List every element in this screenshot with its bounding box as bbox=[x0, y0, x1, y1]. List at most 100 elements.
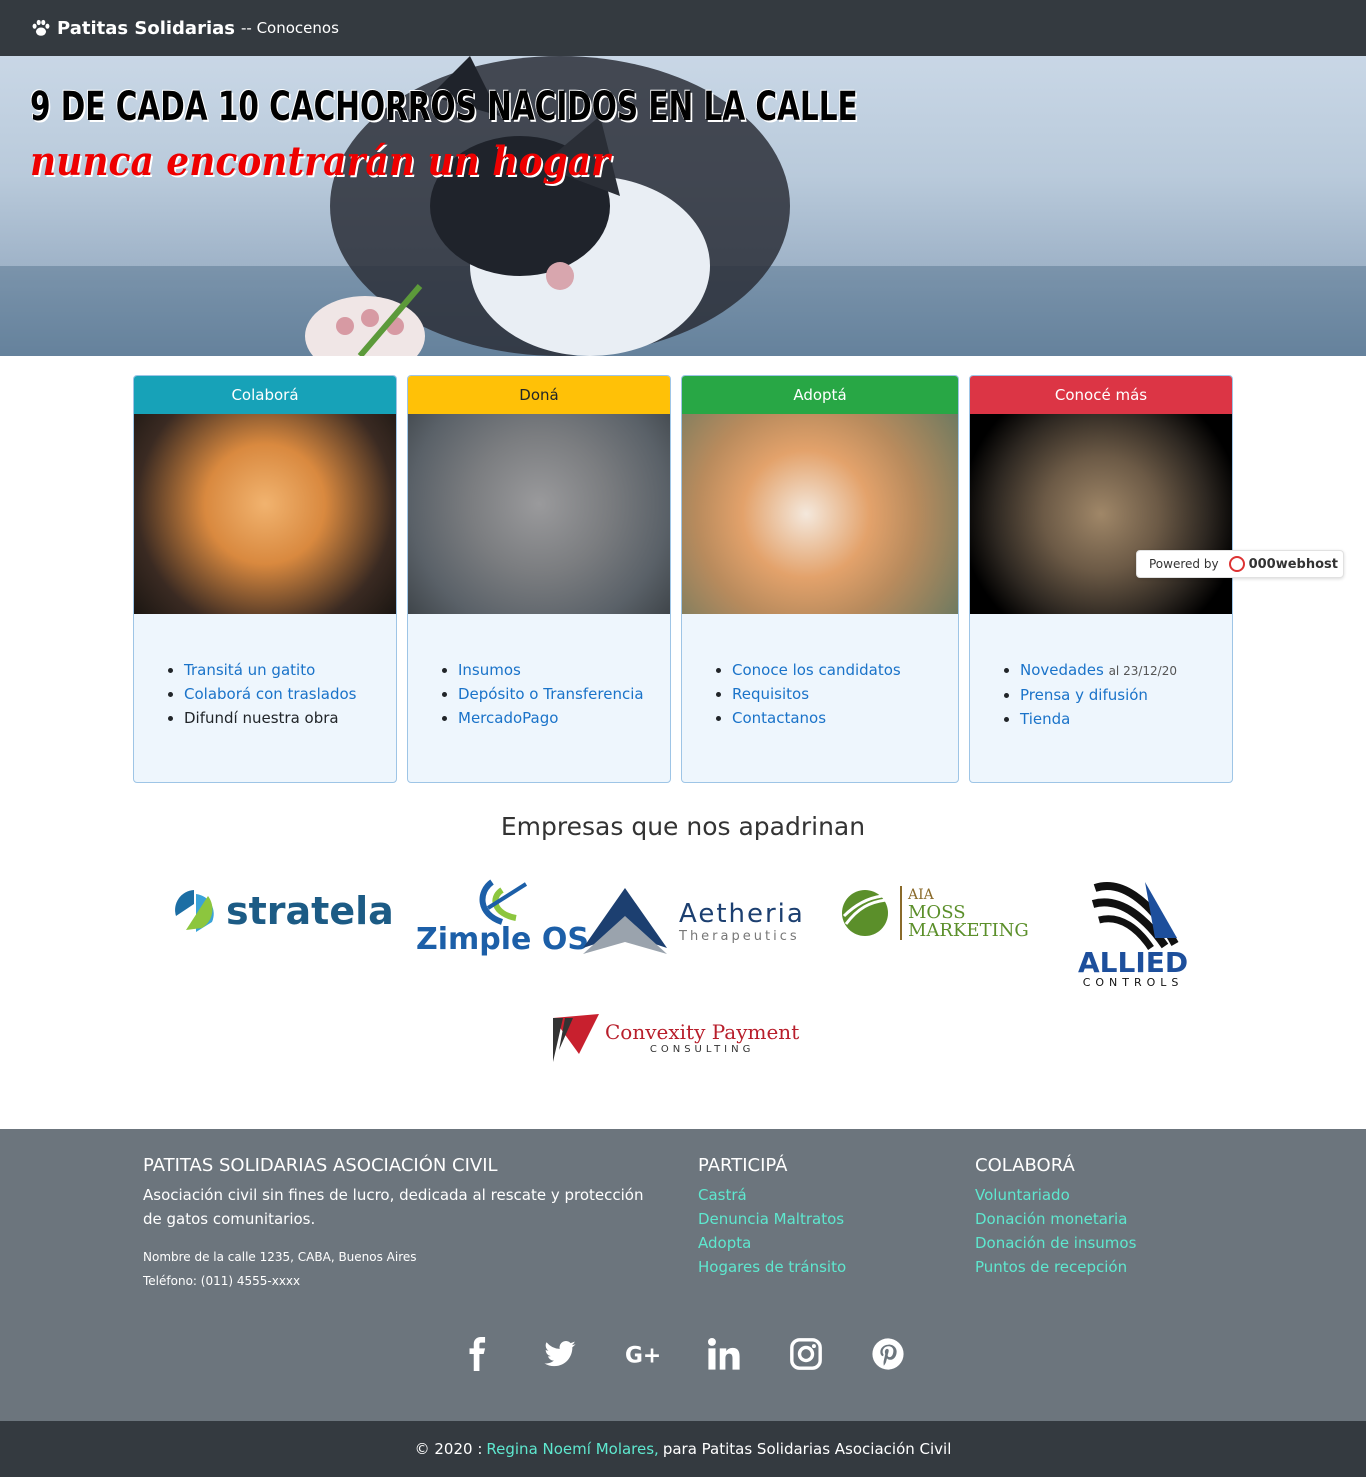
allied-icon bbox=[1091, 882, 1179, 950]
convexity-subtext: CONSULTING bbox=[649, 1043, 755, 1055]
nav-section-label[interactable]: -- Conocenos bbox=[241, 19, 339, 37]
footer-phone: Teléfono: (011) 4555-xxxx bbox=[143, 1274, 301, 1288]
list-item: Novedades al 23/12/20 bbox=[1020, 658, 1232, 683]
card-link-list: Novedades al 23/12/20 Prensa y difusión … bbox=[970, 614, 1232, 731]
linkedin-icon bbox=[707, 1337, 740, 1370]
puntos-recepcion-link[interactable]: Puntos de recepción bbox=[975, 1258, 1127, 1276]
webhost-name: 000webhost bbox=[1248, 556, 1338, 572]
novedades-link[interactable]: Novedades bbox=[1020, 661, 1104, 679]
powered-by-label: Powered by bbox=[1149, 557, 1219, 571]
footer-participa-title: PARTICIPÁ bbox=[698, 1155, 788, 1176]
traslados-link[interactable]: Colaborá con traslados bbox=[184, 685, 356, 703]
convexity-text-block: Convexity Payment CONSULTING bbox=[605, 1020, 799, 1055]
list-item: Hogares de tránsito bbox=[698, 1255, 846, 1279]
paw-icon bbox=[32, 19, 50, 36]
copyright-bar: © 2020 : Regina Noemí Molares, para Pati… bbox=[0, 1421, 1366, 1477]
insumos-link[interactable]: Insumos bbox=[458, 661, 521, 679]
footer-colabora: COLABORÁ Voluntariado Donación monetaria… bbox=[975, 1155, 1136, 1279]
orange-kitten-photo bbox=[134, 414, 396, 614]
instagram-icon bbox=[790, 1338, 822, 1370]
card-dona: Doná Insumos Depósito o Transferencia Me… bbox=[407, 375, 671, 783]
google-plus-link[interactable]: G+ bbox=[601, 1337, 683, 1371]
deposito-link[interactable]: Depósito o Transferencia bbox=[458, 685, 644, 703]
footer-org-description: Asociación civil sin fines de lucro, ded… bbox=[143, 1186, 644, 1228]
card-header-dona: Doná bbox=[408, 376, 670, 414]
google-plus-icon: G+ bbox=[625, 1344, 659, 1369]
instagram-link[interactable] bbox=[765, 1337, 847, 1371]
denuncia-link[interactable]: Denuncia Maltratos bbox=[698, 1210, 844, 1228]
card-header-colabora: Colaborá bbox=[134, 376, 396, 414]
aia-moss-text-block: AIA MOSS MARKETING bbox=[900, 886, 1029, 940]
card-header-adopta: Adoptá bbox=[682, 376, 958, 414]
aetheria-text-block: Aetheria Therapeutics bbox=[679, 899, 805, 944]
footer-org-title: PATITAS SOLIDARIAS ASOCIACIÓN CIVIL bbox=[143, 1155, 498, 1176]
hogares-link[interactable]: Hogares de tránsito bbox=[698, 1258, 846, 1276]
marketing-text: MARKETING bbox=[908, 920, 1029, 941]
list-item: Donación de insumos bbox=[975, 1231, 1136, 1255]
facebook-icon bbox=[469, 1337, 486, 1371]
copyright-suffix: para Patitas Solidarias Asociación Civil bbox=[662, 1440, 952, 1458]
prensa-link[interactable]: Prensa y difusión bbox=[1020, 686, 1148, 704]
stratela-text: stratela bbox=[226, 889, 394, 933]
list-item: Tienda bbox=[1020, 707, 1232, 731]
candidatos-link[interactable]: Conoce los candidatos bbox=[732, 661, 901, 679]
author-link[interactable]: Regina Noemí Molares, bbox=[486, 1440, 658, 1458]
aetheria-icon bbox=[583, 888, 667, 954]
allied-subtext: CONTROLS bbox=[1082, 976, 1184, 989]
list-item: Conoce los candidatos bbox=[732, 658, 958, 682]
aia-moss-logo[interactable]: AIA MOSS MARKETING bbox=[840, 886, 1029, 940]
linkedin-link[interactable] bbox=[683, 1337, 765, 1371]
footer-about: PATITAS SOLIDARIAS ASOCIACIÓN CIVIL Asoc… bbox=[143, 1155, 663, 1293]
difundi-text: Difundí nuestra obra bbox=[184, 709, 339, 727]
footer-participa-list: Castrá Denuncia Maltratos Adopta Hogares… bbox=[698, 1183, 846, 1279]
tabby-kitten-photo bbox=[970, 414, 1232, 614]
footer-contact: Nombre de la calle 1235, CABA, Buenos Ai… bbox=[143, 1245, 663, 1293]
tienda-link[interactable]: Tienda bbox=[1020, 710, 1070, 728]
card-conoce-mas: Conocé más Novedades al 23/12/20 Prensa … bbox=[969, 375, 1233, 783]
social-links: G+ bbox=[0, 1337, 1366, 1371]
donacion-insumos-link[interactable]: Donación de insumos bbox=[975, 1234, 1136, 1252]
allied-logo[interactable]: ALLIED CONTROLS bbox=[1078, 878, 1188, 989]
zimple-logo[interactable]: Zimple OS bbox=[416, 878, 589, 957]
voluntariado-link[interactable]: Voluntariado bbox=[975, 1186, 1070, 1204]
castra-link[interactable]: Castrá bbox=[698, 1186, 747, 1204]
twitter-link[interactable] bbox=[519, 1337, 601, 1371]
adopta-link[interactable]: Adopta bbox=[698, 1234, 751, 1252]
brand-link[interactable]: Patitas Solidarias bbox=[57, 18, 235, 39]
requisitos-link[interactable]: Requisitos bbox=[732, 685, 809, 703]
contactanos-link[interactable]: Contactanos bbox=[732, 709, 826, 727]
card-colabora: Colaborá Transitá un gatito Colaborá con… bbox=[133, 375, 397, 783]
aia-moss-icon bbox=[842, 890, 888, 936]
top-navbar: Patitas Solidarias -- Conocenos bbox=[0, 0, 1366, 56]
copyright-prefix: © 2020 : bbox=[414, 1440, 483, 1458]
allied-text: ALLIED bbox=[1078, 946, 1189, 979]
card-link-list: Insumos Depósito o Transferencia Mercado… bbox=[408, 614, 670, 730]
donacion-monetaria-link[interactable]: Donación monetaria bbox=[975, 1210, 1127, 1228]
stratela-icon bbox=[175, 890, 214, 932]
mercadopago-link[interactable]: MercadoPago bbox=[458, 709, 558, 727]
convexity-logo[interactable]: Convexity Payment CONSULTING bbox=[551, 1010, 799, 1064]
powered-by-badge[interactable]: Powered by 000webhost bbox=[1136, 550, 1344, 578]
twitter-icon bbox=[544, 1341, 576, 1367]
transita-link[interactable]: Transitá un gatito bbox=[184, 661, 315, 679]
list-item: Transitá un gatito bbox=[184, 658, 396, 682]
list-item: Colaborá con traslados bbox=[184, 682, 396, 706]
white-orange-kitten-photo bbox=[682, 414, 958, 614]
list-item: Puntos de recepción bbox=[975, 1255, 1136, 1279]
aetheria-logo[interactable]: Aetheria Therapeutics bbox=[583, 886, 805, 956]
sponsors-title: Empresas que nos apadrinan bbox=[500, 812, 866, 841]
card-adopta: Adoptá Conoce los candidatos Requisitos … bbox=[681, 375, 959, 783]
stratela-logo[interactable]: stratela bbox=[172, 886, 394, 936]
card-header-conoce-mas: Conocé más bbox=[970, 376, 1232, 414]
aetheria-subtext: Therapeutics bbox=[679, 928, 800, 944]
hero-banner: 9 DE CADA 10 CACHORROS NACIDOS EN LA CAL… bbox=[0, 56, 1366, 356]
facebook-link[interactable] bbox=[437, 1337, 519, 1371]
novedades-date: al 23/12/20 bbox=[1108, 664, 1177, 678]
list-item: Voluntariado bbox=[975, 1183, 1136, 1207]
footer-participa: PARTICIPÁ Castrá Denuncia Maltratos Adop… bbox=[698, 1155, 846, 1279]
list-item: Donación monetaria bbox=[975, 1207, 1136, 1231]
footer-colabora-title: COLABORÁ bbox=[975, 1155, 1075, 1176]
pinterest-link[interactable] bbox=[847, 1337, 929, 1371]
grey-kitten-photo bbox=[408, 414, 670, 614]
list-item: MercadoPago bbox=[458, 706, 670, 730]
